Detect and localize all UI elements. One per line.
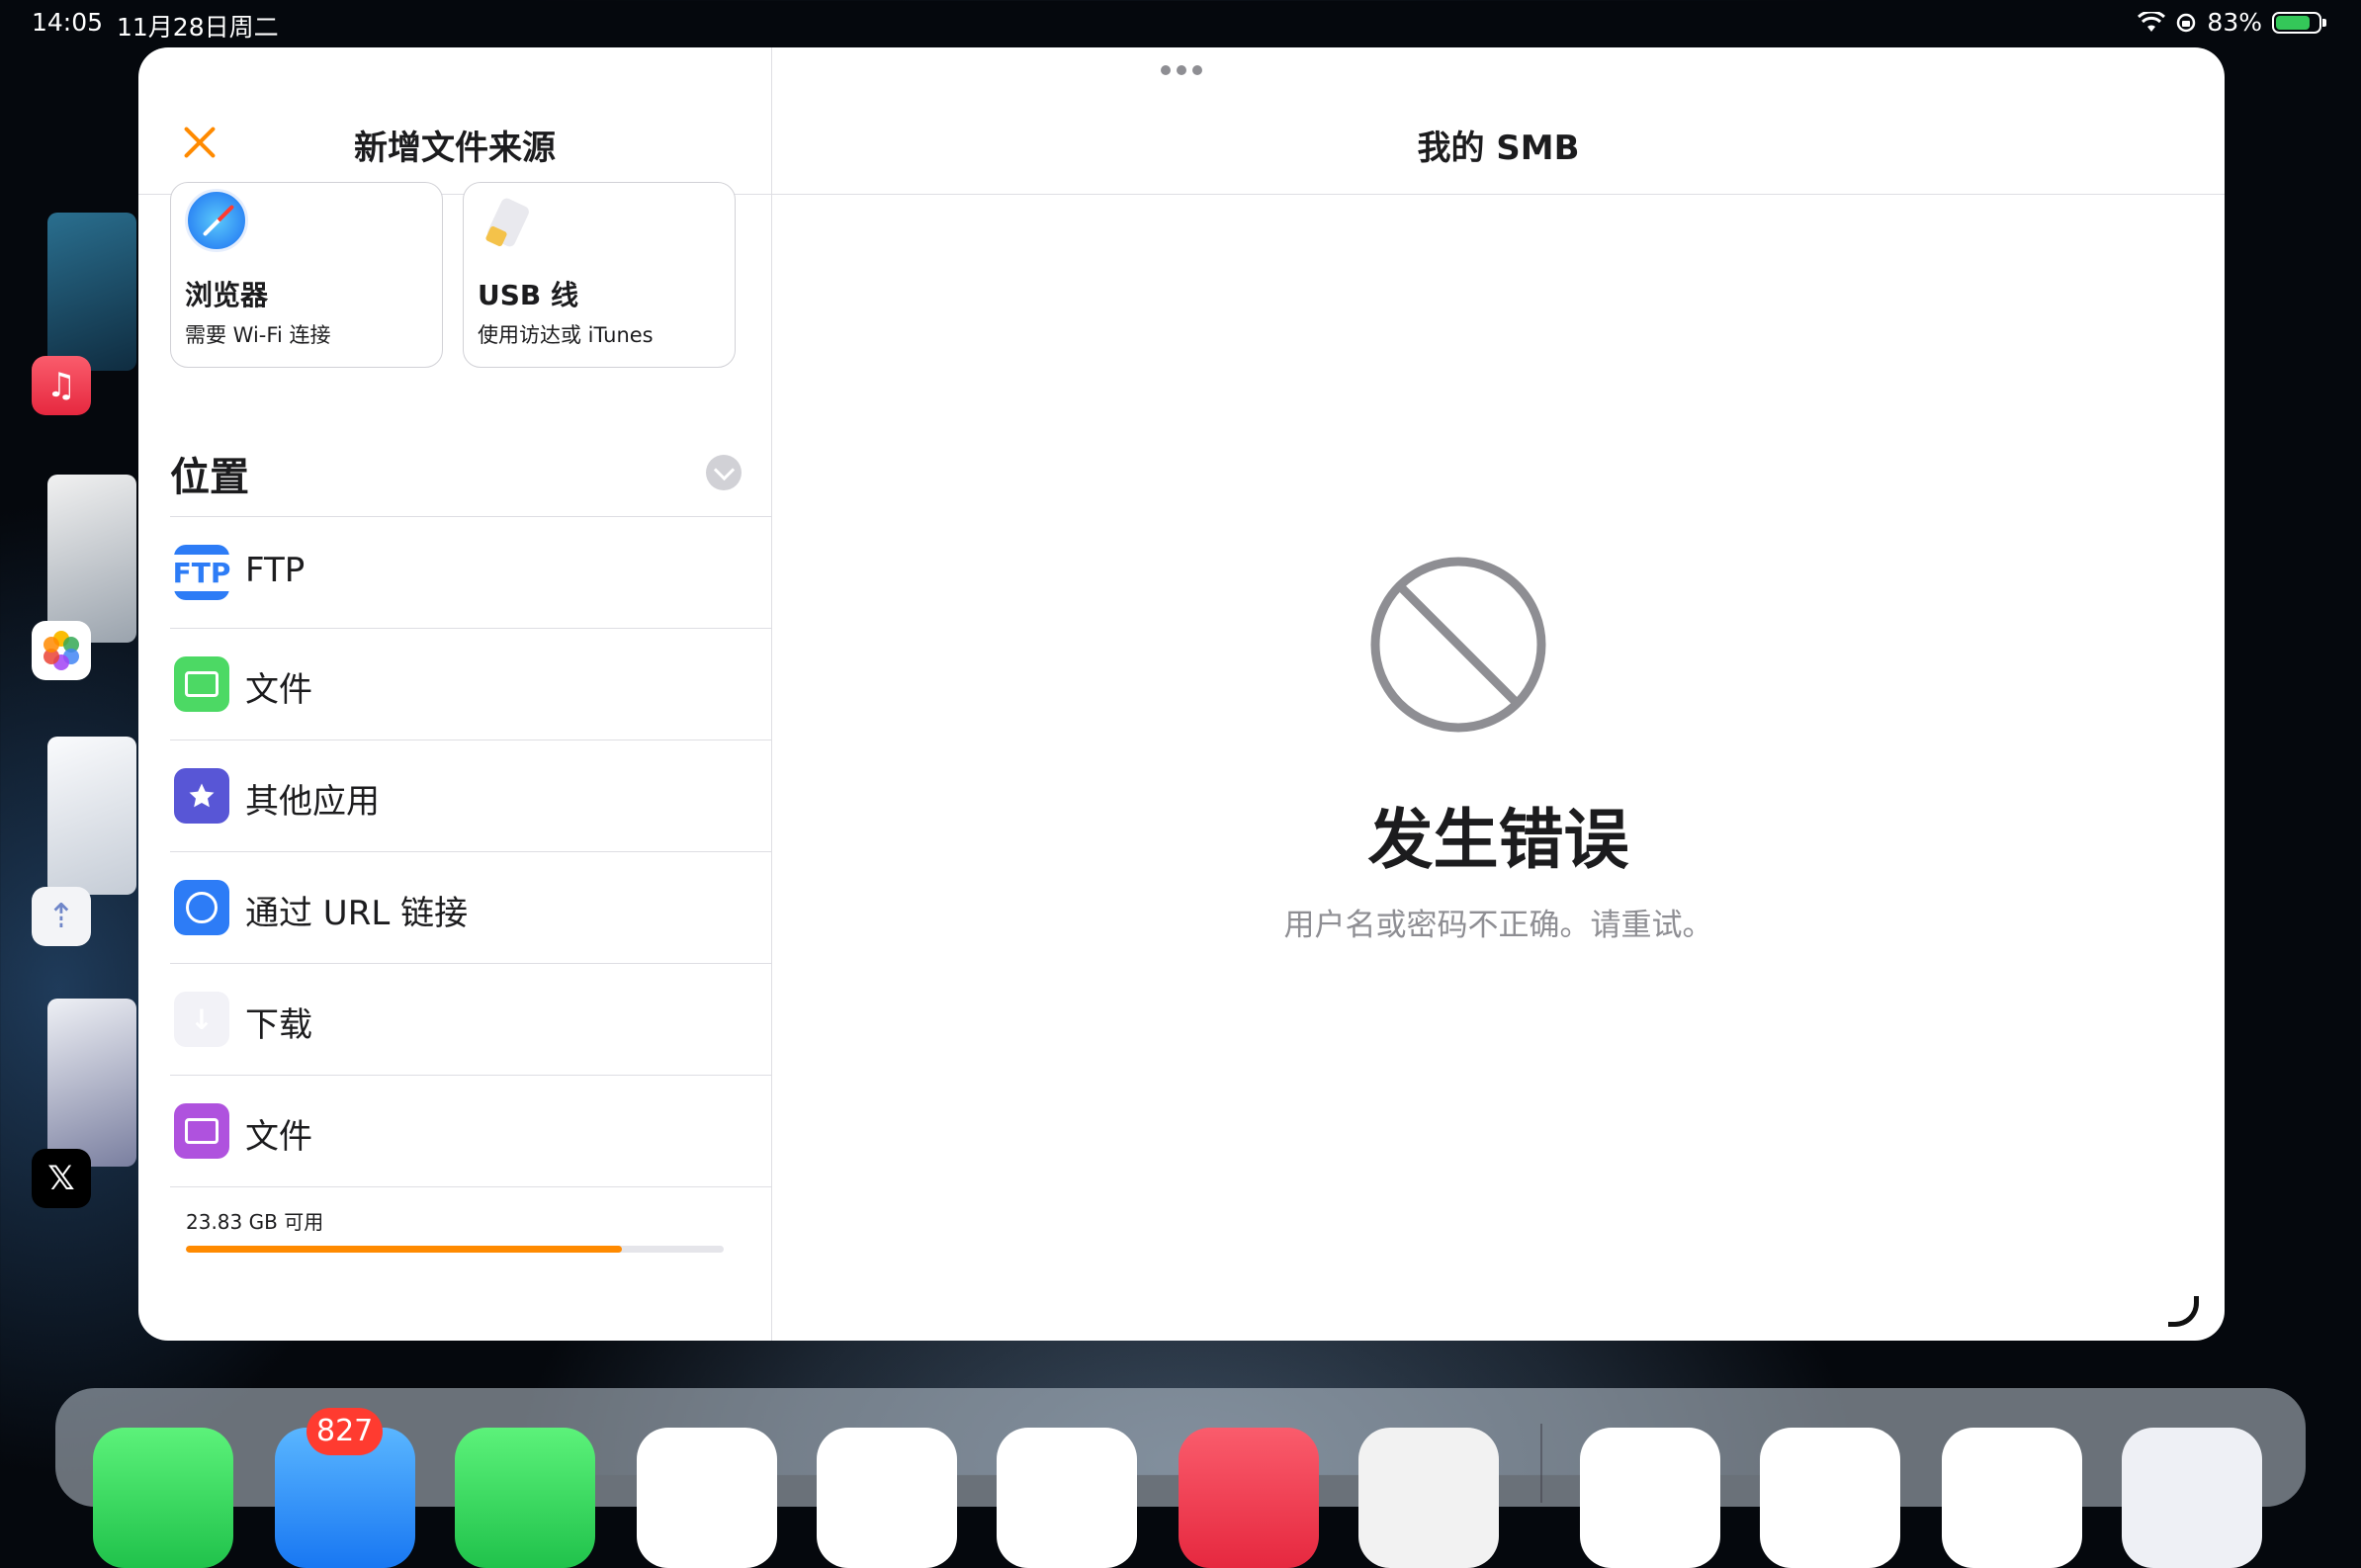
location-item-files[interactable]: 文件: [170, 629, 771, 740]
safari-icon: [185, 189, 248, 252]
wifi-icon: [2138, 11, 2166, 32]
card-title: 浏览器: [185, 279, 269, 311]
infuse-app-icon[interactable]: [1580, 1428, 1720, 1568]
slide-over-thumbnail[interactable]: [47, 475, 136, 643]
photos-app-icon[interactable]: [32, 621, 91, 680]
sidebar: 新增文件来源 浏览器 需要 Wi-Fi 连接 USB 线 使用访达或 iTune…: [138, 47, 772, 1341]
battery-fill: [2276, 15, 2311, 30]
music-dock-icon[interactable]: [1179, 1428, 1319, 1568]
slide-over-thumbnail[interactable]: [47, 999, 136, 1167]
location-label: 文件: [245, 1117, 312, 1157]
location-label: 其他应用: [245, 782, 380, 822]
resize-handle[interactable]: [2168, 1296, 2199, 1327]
photos-flower-icon: [44, 631, 79, 670]
rocket-dock-icon[interactable]: [1942, 1428, 2082, 1568]
globe-icon: [174, 880, 229, 935]
photos-dock-icon[interactable]: [1760, 1428, 1900, 1568]
card-subtitle: 需要 Wi-Fi 连接: [185, 323, 331, 347]
location-label: 下载: [245, 1005, 312, 1045]
facetime-app-icon[interactable]: [455, 1428, 595, 1568]
download-arrow-icon: ↓: [174, 992, 229, 1047]
sidebar-header: 新增文件来源: [138, 47, 771, 195]
status-time: 14:05: [32, 8, 104, 37]
orientation-lock-icon: [2177, 13, 2196, 32]
safari-app-icon[interactable]: [817, 1428, 957, 1568]
x-app-icon[interactable]: 𝕏: [32, 1149, 91, 1208]
ftp-icon: FTP: [168, 545, 235, 600]
status-right: 83%: [2138, 8, 2326, 37]
rocket-app-icon[interactable]: ⇡: [32, 887, 91, 946]
prohibited-icon: [1370, 557, 1546, 733]
camera-app-icon[interactable]: [1358, 1428, 1499, 1568]
battery-icon: [2272, 11, 2326, 34]
card-subtitle: 使用访达或 iTunes: [478, 323, 654, 347]
messages-app-icon[interactable]: [93, 1428, 233, 1568]
mail-badge: 827: [306, 1408, 384, 1455]
error-title: 发生错误: [1367, 802, 1629, 878]
browser-card[interactable]: 浏览器 需要 Wi-Fi 连接: [170, 182, 443, 368]
files-app-icon[interactable]: [997, 1428, 1137, 1568]
location-item-ftp[interactable]: FTP FTP: [168, 517, 771, 629]
location-item-url[interactable]: 通过 URL 链接: [170, 852, 771, 964]
connection-cards: 浏览器 需要 Wi-Fi 连接 USB 线 使用访达或 iTunes: [170, 182, 743, 368]
sidebar-title: 新增文件来源: [354, 129, 556, 168]
location-label: FTP: [245, 551, 306, 590]
location-label: 通过 URL 链接: [245, 894, 469, 933]
app-library-icon[interactable]: [2122, 1428, 2262, 1568]
status-bar: 14:05 11月28日周二 83%: [0, 0, 2361, 45]
star-icon: [174, 768, 229, 824]
location-label: 文件: [245, 670, 312, 710]
freeform-app-icon[interactable]: [637, 1428, 777, 1568]
music-app-icon[interactable]: ♫: [32, 356, 91, 415]
dock: [55, 1388, 2306, 1568]
location-item-files-2[interactable]: 文件: [170, 1076, 771, 1187]
detail-header: 我的 SMB: [772, 47, 2225, 195]
section-title-locations: 位置: [170, 455, 249, 500]
purple-folder-icon: [174, 1103, 229, 1159]
add-file-source-sheet: 新增文件来源 浏览器 需要 Wi-Fi 连接 USB 线 使用访达或 iTune…: [138, 47, 2225, 1341]
status-date: 11月28日周二: [117, 13, 279, 42]
detail-pane: 我的 SMB 发生错误 用户名或密码不正确。请重试。: [772, 47, 2225, 1341]
dock-divider: [1540, 1424, 1542, 1503]
usb-card[interactable]: USB 线 使用访达或 iTunes: [463, 182, 736, 368]
storage-progress-fill: [186, 1246, 622, 1253]
files-folder-icon: [174, 656, 229, 712]
error-message: 用户名或密码不正确。请重试。: [1283, 908, 1713, 943]
battery-percent: 83%: [2207, 8, 2262, 37]
usb-cable-icon: [478, 189, 541, 252]
storage-label: 23.83 GB 可用: [186, 1210, 324, 1234]
detail-title: 我的 SMB: [1417, 129, 1580, 168]
storage-progress-bar: [186, 1246, 724, 1253]
slide-over-thumbnail[interactable]: [47, 737, 136, 895]
slide-over-thumbnail[interactable]: [47, 213, 136, 371]
location-item-other-apps[interactable]: 其他应用: [170, 740, 771, 852]
locations-list: FTP FTP 文件 其他应用 通过 URL 链接 ↓ 下载 文件: [168, 516, 771, 1187]
chevron-down-icon[interactable]: [706, 455, 742, 490]
card-title: USB 线: [478, 279, 578, 311]
location-item-downloads[interactable]: ↓ 下载: [170, 964, 771, 1076]
